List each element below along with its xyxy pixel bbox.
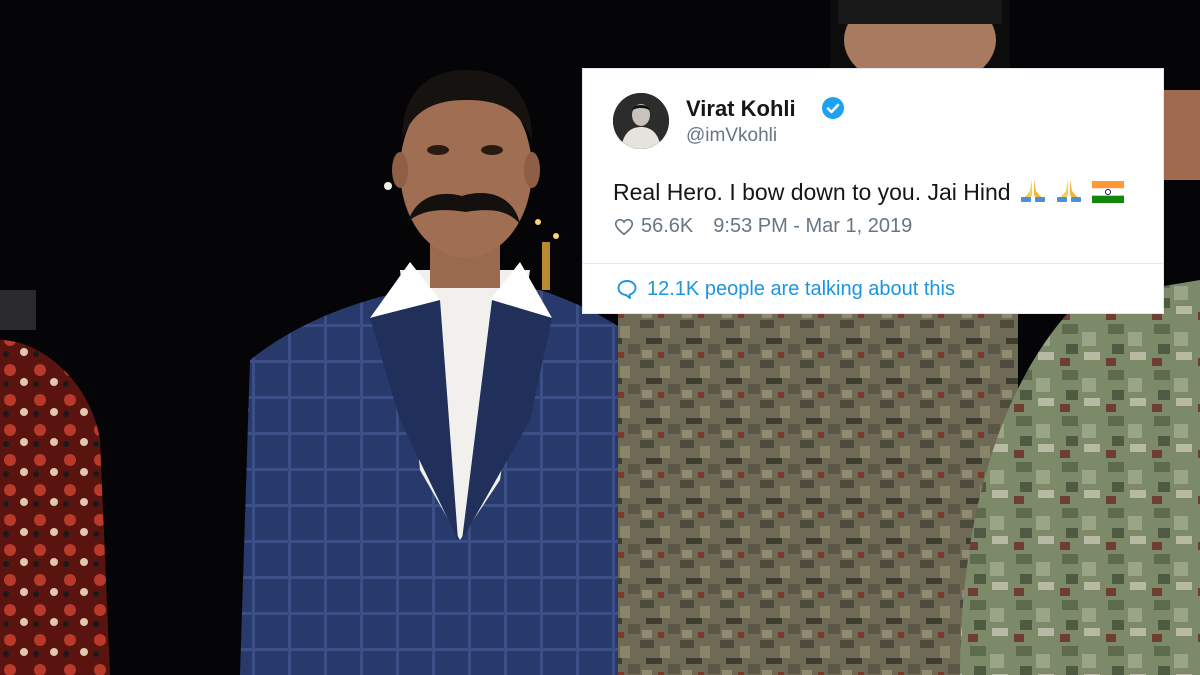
heart-icon[interactable] <box>613 216 635 238</box>
user-handle[interactable]: @imVkohli <box>686 125 777 147</box>
tweet-text: Real Hero. I bow down to you. Jai Hind <box>613 177 1124 206</box>
speech-bubble-icon <box>617 280 637 299</box>
folded-hands-icon <box>1057 179 1082 202</box>
tweet-meta: 56.6K 9:53 PM - Mar 1, 2019 <box>613 215 912 238</box>
profile-photo-icon <box>613 93 669 149</box>
verified-badge-icon <box>822 97 844 119</box>
like-count[interactable]: 56.6K <box>641 215 693 238</box>
tweet-timestamp[interactable]: 9:53 PM - Mar 1, 2019 <box>713 215 912 238</box>
conversation-link[interactable]: 12.1K people are talking about this <box>615 277 955 301</box>
tweet-card[interactable]: Virat Kohli @imVkohli Real Hero. I bow d… <box>582 68 1164 314</box>
conversation-text[interactable]: 12.1K people are talking about this <box>647 278 955 301</box>
folded-hands-icon <box>1020 179 1045 202</box>
divider <box>583 263 1163 264</box>
display-name[interactable]: Virat Kohli <box>686 96 796 122</box>
tweet-body: Real Hero. I bow down to you. Jai Hind <box>613 179 1011 205</box>
avatar[interactable] <box>613 93 669 149</box>
india-flag-icon <box>1091 181 1124 203</box>
